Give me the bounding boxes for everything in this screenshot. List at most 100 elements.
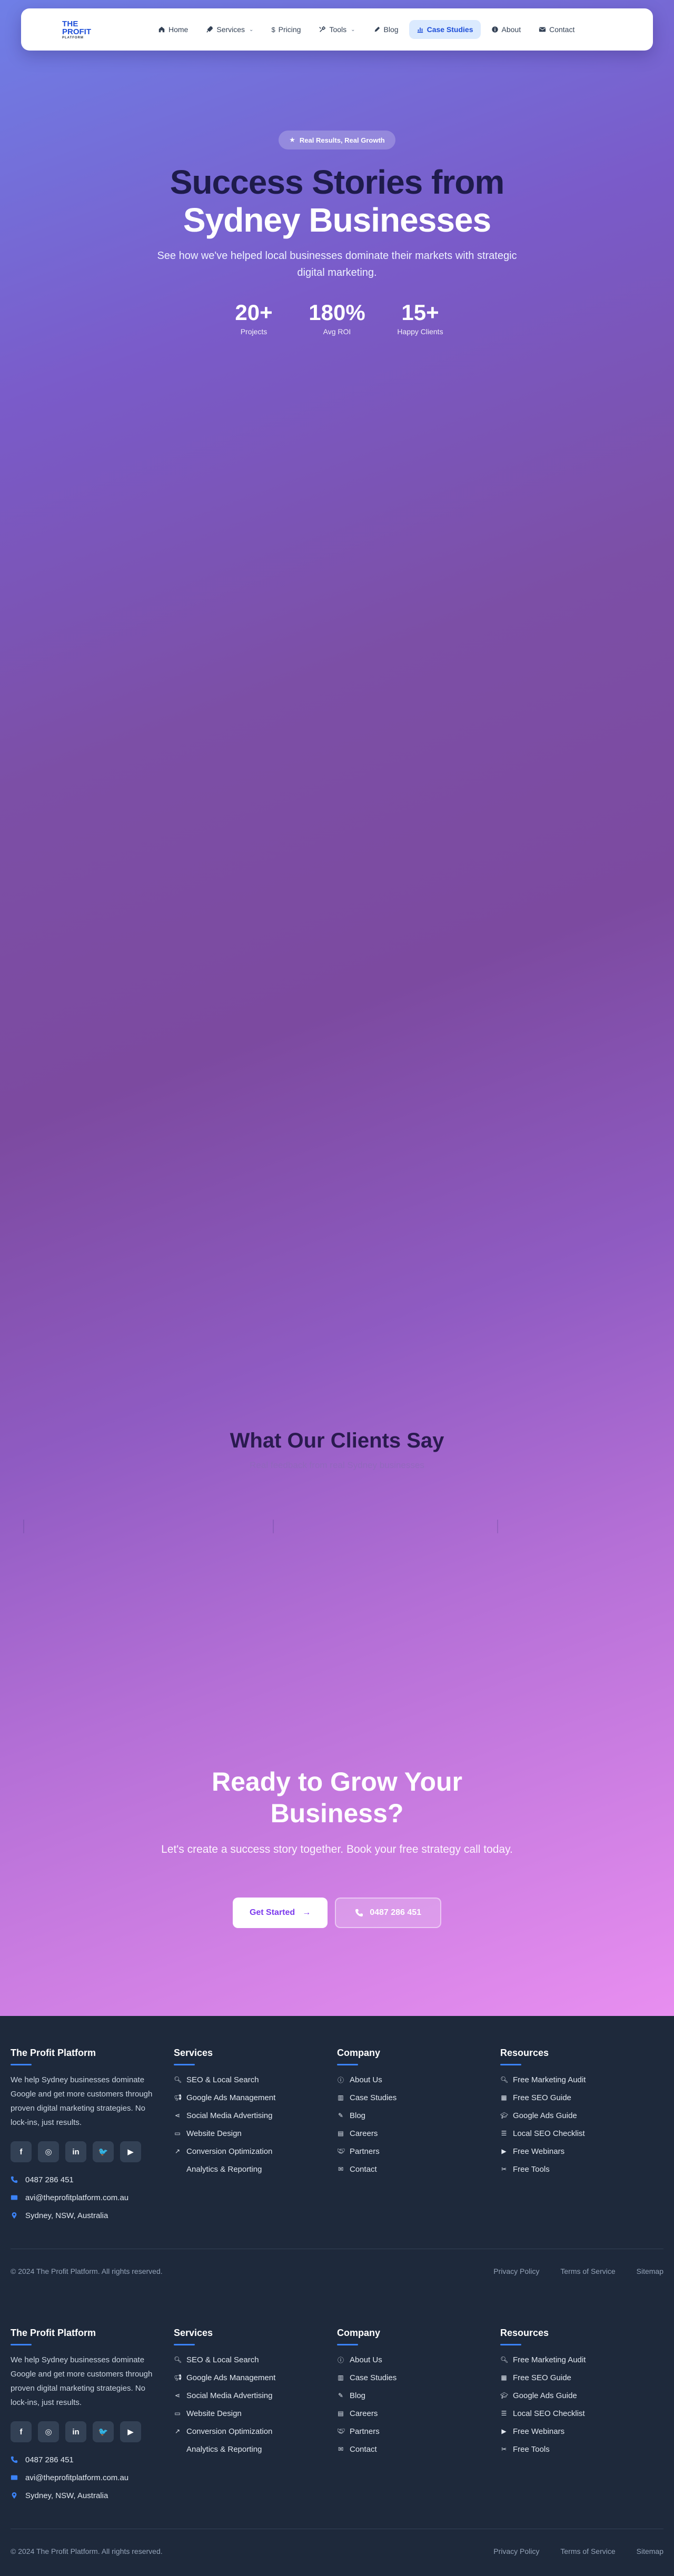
footer-about-column: The Profit Platform We help Sydney busin… <box>11 2048 174 2224</box>
contact-phone[interactable]: 0487 286 451 <box>11 2171 174 2189</box>
terms-of-service-link[interactable]: Terms of Service <box>560 2267 615 2285</box>
footer-link-case-studies[interactable]: ▥ Case Studies <box>337 2089 500 2106</box>
sitemap-link[interactable]: Sitemap <box>637 2267 663 2285</box>
footer-link-web-design[interactable]: ▭ Website Design <box>174 2404 337 2422</box>
footer-link-checklist[interactable]: ☰ Local SEO Checklist <box>500 2124 663 2142</box>
footer-link-webinars[interactable]: ▶ Free Webinars <box>500 2422 663 2440</box>
footer-link-social-ads[interactable]: ⋖ Social Media Advertising <box>174 2106 337 2124</box>
privacy-policy-link[interactable]: Privacy Policy <box>493 2267 539 2285</box>
nav-menu: Home Services ⌄ $ Pricing Tools ⌄ Blog C… <box>151 20 582 39</box>
footer-link-label: Contact <box>350 2444 377 2454</box>
instagram-icon[interactable]: ◎ <box>38 2421 59 2442</box>
sitemap-link[interactable]: Sitemap <box>637 2547 663 2565</box>
footer-link-tools[interactable]: ✂ Free Tools <box>500 2160 663 2178</box>
twitter-icon[interactable]: 🐦 <box>93 2421 114 2442</box>
footer-link-webinars[interactable]: ▶ Free Webinars <box>500 2142 663 2160</box>
twitter-icon[interactable]: 🐦 <box>93 2141 114 2162</box>
contact-phone[interactable]: 0487 286 451 <box>11 2451 174 2469</box>
footer-link-label: Partners <box>350 2427 380 2436</box>
terms-of-service-link[interactable]: Terms of Service <box>560 2547 615 2565</box>
nav-contact[interactable]: Contact <box>531 20 582 39</box>
nav-blog[interactable]: Blog <box>366 20 406 39</box>
footer-link-web-design[interactable]: ▭ Website Design <box>174 2124 337 2142</box>
nav-tools[interactable]: Tools ⌄ <box>311 20 362 39</box>
footer-link-cro[interactable]: ↗ Conversion Optimization <box>174 2422 337 2440</box>
site-logo[interactable]: THE PROFIT PLATFORM <box>62 20 103 39</box>
legal-links: Privacy Policy Terms of Service Sitemap <box>493 2547 663 2565</box>
footer-link-social-ads[interactable]: ⋖ Social Media Advertising <box>174 2387 337 2404</box>
bar-chart-icon: ▥ <box>338 2094 344 2101</box>
hero-badge: ★ Real Results, Real Growth <box>279 131 395 149</box>
footer-link-analytics[interactable]: Analytics & Reporting <box>174 2160 337 2178</box>
footer-link-seo-guide[interactable]: ▦ Free SEO Guide <box>500 2089 663 2106</box>
graduation-icon: 🎓︎ <box>500 2112 509 2119</box>
instagram-icon[interactable]: ◎ <box>38 2141 59 2162</box>
footer-company-column: Company ⓘ About Us ▥ Case Studies ✎ Blog ▤ C… <box>337 2328 500 2504</box>
stat-value: 20+ <box>235 300 273 325</box>
footer-link-label: Free Webinars <box>513 2146 565 2156</box>
facebook-icon[interactable]: f <box>11 2141 32 2162</box>
footer-link-contact[interactable]: ✉ Contact <box>337 2160 500 2178</box>
footer-link-google-ads[interactable]: 📢︎ Google Ads Management <box>174 2369 337 2387</box>
tools-icon: ✂ <box>501 2445 507 2453</box>
footer-link-blog[interactable]: ✎ Blog <box>337 2387 500 2404</box>
footer-services-title: Services <box>174 2048 213 2058</box>
contact-email-text: avi@theprofitplatform.com.au <box>25 2473 129 2482</box>
tools-icon: ✂ <box>501 2165 507 2173</box>
footer-link-cro[interactable]: ↗ Conversion Optimization <box>174 2142 337 2160</box>
nav-home-label: Home <box>168 25 189 34</box>
get-started-button[interactable]: Get Started → <box>232 1898 328 1928</box>
social-links: f ◎ in 🐦 ▶ <box>11 2421 174 2442</box>
nav-services[interactable]: Services ⌄ <box>199 20 261 39</box>
copyright-text: © 2024 The Profit Platform. All rights r… <box>11 2547 163 2555</box>
briefcase-icon: ▤ <box>338 2410 344 2417</box>
footer-link-ads-guide[interactable]: 🎓︎ Google Ads Guide <box>500 2106 663 2124</box>
call-button[interactable]: 0487 286 451 <box>335 1898 442 1928</box>
nav-pricing-label: Pricing <box>278 25 301 34</box>
footer-link-careers[interactable]: ▤ Careers <box>337 2124 500 2142</box>
nav-case-studies[interactable]: Case Studies <box>409 20 481 39</box>
footer-link-about[interactable]: ⓘ About Us <box>337 2071 500 2089</box>
youtube-icon[interactable]: ▶ <box>120 2421 141 2442</box>
youtube-icon[interactable]: ▶ <box>120 2141 141 2162</box>
video-icon: ▶ <box>501 2148 507 2155</box>
handshake-icon: 🤝︎ <box>337 2428 345 2435</box>
footer-link-partners[interactable]: 🤝︎ Partners <box>337 2422 500 2440</box>
footer-link-audit[interactable]: 🔍︎ Free Marketing Audit <box>500 2351 663 2369</box>
footer-link-partners[interactable]: 🤝︎ Partners <box>337 2142 500 2160</box>
footer-link-analytics[interactable]: Analytics & Reporting <box>174 2440 337 2458</box>
footer-link-case-studies[interactable]: ▥ Case Studies <box>337 2369 500 2387</box>
star-icon: ★ <box>289 136 295 144</box>
page-background: THE PROFIT PLATFORM Home Services ⌄ $ Pr… <box>0 0 674 2016</box>
contact-email[interactable]: avi@theprofitplatform.com.au <box>11 2189 174 2206</box>
contact-email[interactable]: avi@theprofitplatform.com.au <box>11 2469 174 2487</box>
hero-badge-text: Real Results, Real Growth <box>299 136 385 144</box>
footer-link-seo[interactable]: 🔍︎ SEO & Local Search <box>174 2351 337 2369</box>
footer-link-contact[interactable]: ✉ Contact <box>337 2440 500 2458</box>
footer-link-audit[interactable]: 🔍︎ Free Marketing Audit <box>500 2071 663 2089</box>
heading-underline <box>500 2064 521 2065</box>
site-footer-duplicate: The Profit Platform We help Sydney busin… <box>0 2296 674 2576</box>
cta-section: Ready to Grow Your Business? Let's creat… <box>0 1766 674 1928</box>
footer-link-label: Local SEO Checklist <box>513 2129 585 2138</box>
footer-link-checklist[interactable]: ☰ Local SEO Checklist <box>500 2404 663 2422</box>
footer-link-seo-guide[interactable]: ▦ Free SEO Guide <box>500 2369 663 2387</box>
footer-link-tools[interactable]: ✂ Free Tools <box>500 2440 663 2458</box>
nav-pricing[interactable]: $ Pricing <box>264 20 308 39</box>
footer-link-blog[interactable]: ✎ Blog <box>337 2106 500 2124</box>
privacy-policy-link[interactable]: Privacy Policy <box>493 2547 539 2565</box>
footer-services-column: Services 🔍︎ SEO & Local Search 📢︎ Google A… <box>174 2328 337 2504</box>
footer-link-label: Careers <box>350 2409 378 2418</box>
footer-link-ads-guide[interactable]: 🎓︎ Google Ads Guide <box>500 2387 663 2404</box>
facebook-icon[interactable]: f <box>11 2421 32 2442</box>
hero-title: Success Stories from Sydney Businesses <box>0 163 674 239</box>
footer-link-careers[interactable]: ▤ Careers <box>337 2404 500 2422</box>
nav-about[interactable]: About <box>484 20 529 39</box>
footer-link-about[interactable]: ⓘ About Us <box>337 2351 500 2369</box>
footer-link-google-ads[interactable]: 📢︎ Google Ads Management <box>174 2089 337 2106</box>
nav-home[interactable]: Home <box>151 20 195 39</box>
linkedin-icon[interactable]: in <box>65 2141 86 2162</box>
footer-link-seo[interactable]: 🔍︎ SEO & Local Search <box>174 2071 337 2089</box>
info-icon: ⓘ <box>337 2076 344 2084</box>
linkedin-icon[interactable]: in <box>65 2421 86 2442</box>
